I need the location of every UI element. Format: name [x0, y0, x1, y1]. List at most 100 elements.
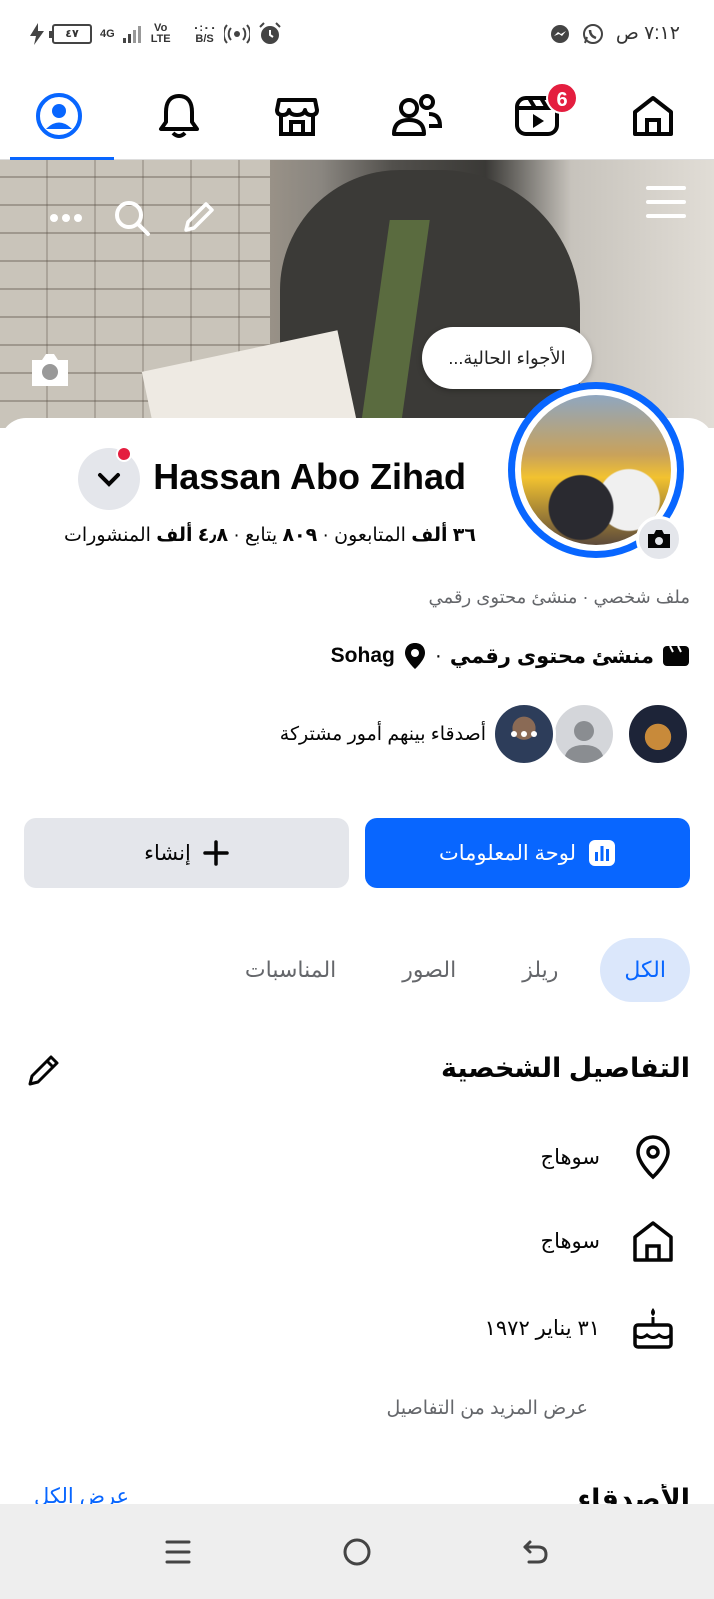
tab-profile[interactable] — [4, 72, 114, 160]
tab-all[interactable]: الكل — [600, 938, 690, 1002]
recent-apps-button[interactable] — [158, 1532, 198, 1572]
tab-reels[interactable]: ريلز — [498, 938, 582, 1002]
dashboard-button[interactable]: لوحة المعلومات — [365, 818, 690, 888]
category-separator: · — [434, 644, 442, 667]
avatar-camera-button[interactable] — [636, 516, 682, 562]
details-title: التفاصيل الشخصية — [440, 1053, 690, 1083]
see-more-details[interactable]: عرض المزيد من التفاصيل — [386, 1397, 588, 1420]
home-icon — [633, 96, 673, 136]
tab-notifications[interactable] — [124, 72, 234, 160]
status-right: ٧:١٢ ص — [550, 22, 680, 45]
tab-home[interactable] — [598, 72, 708, 160]
creator-icon — [663, 645, 689, 666]
posts-unit: ألف — [156, 525, 193, 546]
edit-details-button[interactable] — [26, 1052, 62, 1093]
tab-photos[interactable]: الصور — [378, 938, 480, 1002]
stats-separator: · — [233, 525, 240, 546]
dashboard-label: لوحة المعلومات — [438, 841, 577, 865]
top-nav: 6 — [0, 72, 714, 160]
search-icon[interactable] — [112, 198, 152, 238]
posts-value: ٤٫٨ — [197, 525, 229, 546]
followers-value: ٣٦ — [452, 525, 476, 546]
mutual-friends[interactable]: أصدقاء بينهم أمور مشتركة — [280, 702, 690, 766]
profile-icon — [36, 93, 82, 139]
create-label: إنشاء — [144, 841, 191, 865]
detail-hometown: سوهاج — [541, 1218, 678, 1264]
posts-label: المنشورات — [64, 525, 151, 546]
detail-current-city: سوهاج — [541, 1134, 678, 1180]
detail-text: سوهاج — [540, 1229, 600, 1253]
home-system-button[interactable] — [337, 1532, 377, 1572]
tab-events[interactable]: المناسبات — [221, 938, 360, 1002]
mutual-friends-text: أصدقاء بينهم أمور مشتركة — [279, 723, 486, 745]
hotspot-icon — [224, 24, 251, 44]
content-tabs: الكل ريلز الصور المناسبات — [221, 938, 690, 1002]
clock: ٧:١٢ ص — [615, 23, 680, 44]
tab-video[interactable]: 6 — [482, 72, 592, 160]
camera-icon — [648, 530, 670, 548]
mutual-friend-avatar — [492, 702, 556, 766]
friends-title: الأصدقاء — [577, 1484, 690, 1504]
more-icon[interactable] — [48, 212, 84, 224]
stats-separator: · — [322, 525, 329, 546]
mood-bubble[interactable]: الأجواء الحالية... — [422, 327, 592, 389]
alarm-icon — [259, 22, 282, 44]
followers-unit: ألف — [411, 525, 448, 546]
video-badge: 6 — [546, 82, 578, 114]
detail-birthday: ٣١ يناير ١٩٧٢ — [485, 1306, 678, 1350]
back-button[interactable] — [516, 1532, 556, 1572]
profile-subtitle: ملف شخصي · منشئ محتوى رقمي — [428, 587, 690, 607]
battery-level: ٤٧ — [65, 28, 79, 40]
plus-icon — [203, 840, 229, 866]
circle-home-icon — [343, 1538, 371, 1566]
tab-friends[interactable] — [362, 72, 472, 160]
cover-tools — [48, 198, 216, 238]
tab-marketplace[interactable] — [242, 72, 352, 160]
store-icon — [275, 98, 319, 136]
profile-stats: ٣٦ ألف المتابعون · ٨٠٩ يتابع · ٤٫٨ ألف ا… — [64, 524, 476, 547]
location-pin-icon — [636, 1135, 670, 1180]
location-text: Sohag — [330, 644, 395, 667]
system-nav-bar — [0, 1504, 714, 1599]
detail-text: ٣١ يناير ١٩٧٢ — [484, 1316, 600, 1340]
cover-camera-button[interactable] — [28, 350, 72, 394]
friends-icon — [392, 94, 443, 136]
profile-name: Hassan Abo Zihad — [153, 456, 466, 497]
bell-icon — [159, 94, 199, 138]
chevron-down-icon — [98, 473, 120, 487]
volte-indicator: Vo LTE — [150, 22, 171, 45]
whatsapp-icon — [582, 23, 603, 44]
followers-label[interactable]: المتابعون — [334, 525, 406, 546]
messenger-icon — [550, 24, 569, 43]
profile-category-line: منشئ محتوى رقمي · Sohag — [331, 642, 690, 670]
detail-text: سوهاج — [540, 1145, 600, 1169]
battery-icon: ٤٧ — [49, 24, 92, 44]
notification-dot — [116, 446, 132, 462]
cover-menu[interactable] — [644, 182, 688, 227]
back-icon — [523, 1540, 548, 1564]
charging-icon — [30, 23, 44, 45]
location-pin-icon — [404, 643, 425, 669]
network-type: 4G — [100, 27, 115, 40]
pencil-icon — [28, 1055, 59, 1086]
create-button[interactable]: إنشاء — [24, 818, 349, 888]
more-icon — [511, 731, 537, 737]
camera-icon — [32, 354, 68, 386]
following-value: ٨٠٩ — [282, 525, 318, 546]
person-placeholder-icon — [564, 721, 604, 763]
data-speed-unit: B/S — [195, 33, 214, 45]
data-speed: ٠:٠٠ B/S — [193, 23, 217, 45]
following-label[interactable]: يتابع — [245, 525, 277, 546]
see-all-friends[interactable]: عرض الكل — [34, 1484, 129, 1504]
mutual-friend-avatar — [626, 702, 690, 766]
edit-icon[interactable] — [180, 200, 216, 236]
chart-icon — [589, 840, 616, 866]
recent-apps-icon — [165, 1540, 191, 1564]
birthday-cake-icon — [633, 1308, 673, 1349]
status-bar: ٤٧ 4G Vo LTE ٠:٠٠ B/S ٧:١٢ ص — [0, 0, 714, 72]
signal-icon — [122, 26, 141, 43]
mutual-friend-avatar — [552, 702, 616, 766]
status-left: ٤٧ 4G Vo LTE ٠:٠٠ B/S — [30, 22, 282, 46]
home-icon — [633, 1221, 673, 1262]
category-text: منشئ محتوى رقمي — [449, 644, 654, 668]
